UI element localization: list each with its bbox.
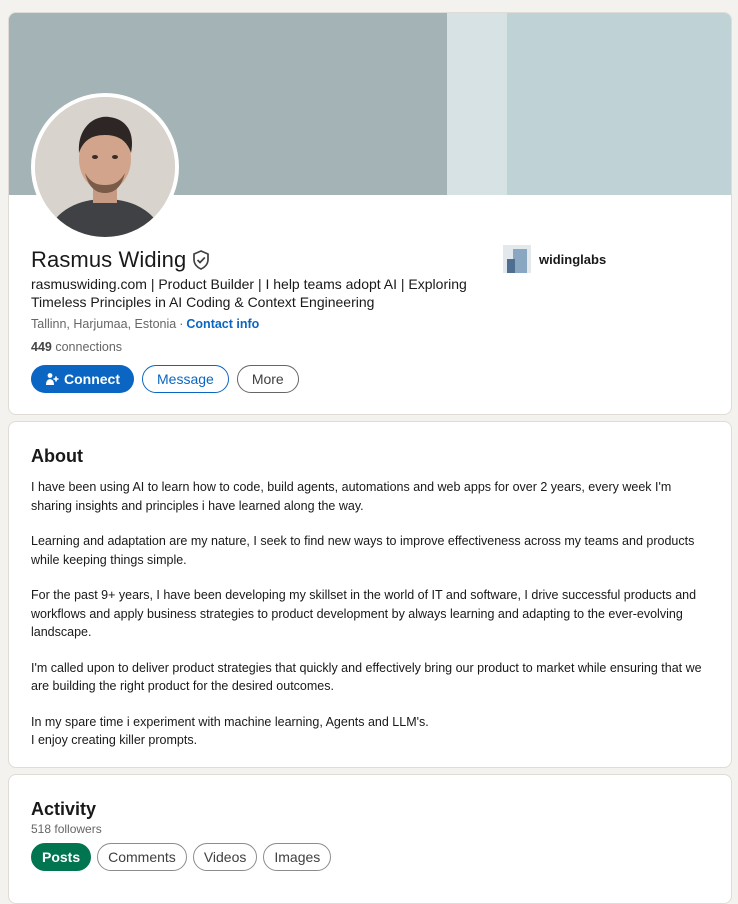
connections-number: 449 [31,340,52,354]
connect-label: Connect [64,371,120,387]
location-text: Tallinn, Harjumaa, Estonia [31,317,177,331]
location-separator: · [179,317,184,331]
about-text: I have been using AI to learn how to cod… [31,478,711,750]
activity-tabs: Posts Comments Videos Images [31,843,332,871]
about-paragraph: I have been using AI to learn how to cod… [31,480,672,513]
about-line: I enjoy creating killer prompts. [31,733,198,747]
shield-check-icon[interactable] [192,250,210,270]
tab-videos[interactable]: Videos [192,843,258,871]
tab-images[interactable]: Images [263,843,332,871]
profile-card: Rasmus Widing rasmuswiding.com | Product… [8,12,732,415]
profile-actions: Connect Message More [31,365,299,393]
profile-location: Tallinn, Harjumaa, Estonia · Contact info [31,317,259,331]
message-button[interactable]: Message [142,365,229,393]
profile-name: Rasmus Widing [31,247,187,272]
avatar-photo [35,97,175,237]
about-paragraph: Learning and adaptation are my nature, I… [31,534,695,567]
about-paragraph: For the past 9+ years, I have been devel… [31,588,697,639]
tab-comments[interactable]: Comments [97,843,187,871]
banner-shape-pale [447,13,507,195]
profile-headline: rasmuswiding.com | Product Builder | I h… [31,276,467,310]
activity-title: Activity [31,799,97,819]
about-card: About I have been using AI to learn how … [8,421,732,768]
about-paragraph: In my spare time i experiment with machi… [31,713,711,750]
current-company[interactable]: widinglabs [503,245,606,273]
about-title: About [31,446,83,466]
activity-card: Activity 518 followers Posts Comments Vi… [8,774,732,904]
company-name: widinglabs [539,251,607,267]
company-logo [503,245,531,273]
connect-button[interactable]: Connect [31,365,134,393]
followers-count[interactable]: 518 followers [31,822,102,836]
connections-count[interactable]: 449 connections [31,340,122,354]
name-row: Rasmus Widing [31,247,210,273]
about-paragraph: I'm called upon to deliver product strat… [31,660,702,694]
contact-info-link[interactable]: Contact info [186,317,259,331]
profile-avatar[interactable] [31,93,179,241]
tab-posts[interactable]: Posts [31,843,92,871]
connections-label: connections [55,340,123,354]
more-button[interactable]: More [236,365,299,393]
add-person-icon [45,372,59,386]
about-line: In my spare time i experiment with machi… [31,714,429,729]
